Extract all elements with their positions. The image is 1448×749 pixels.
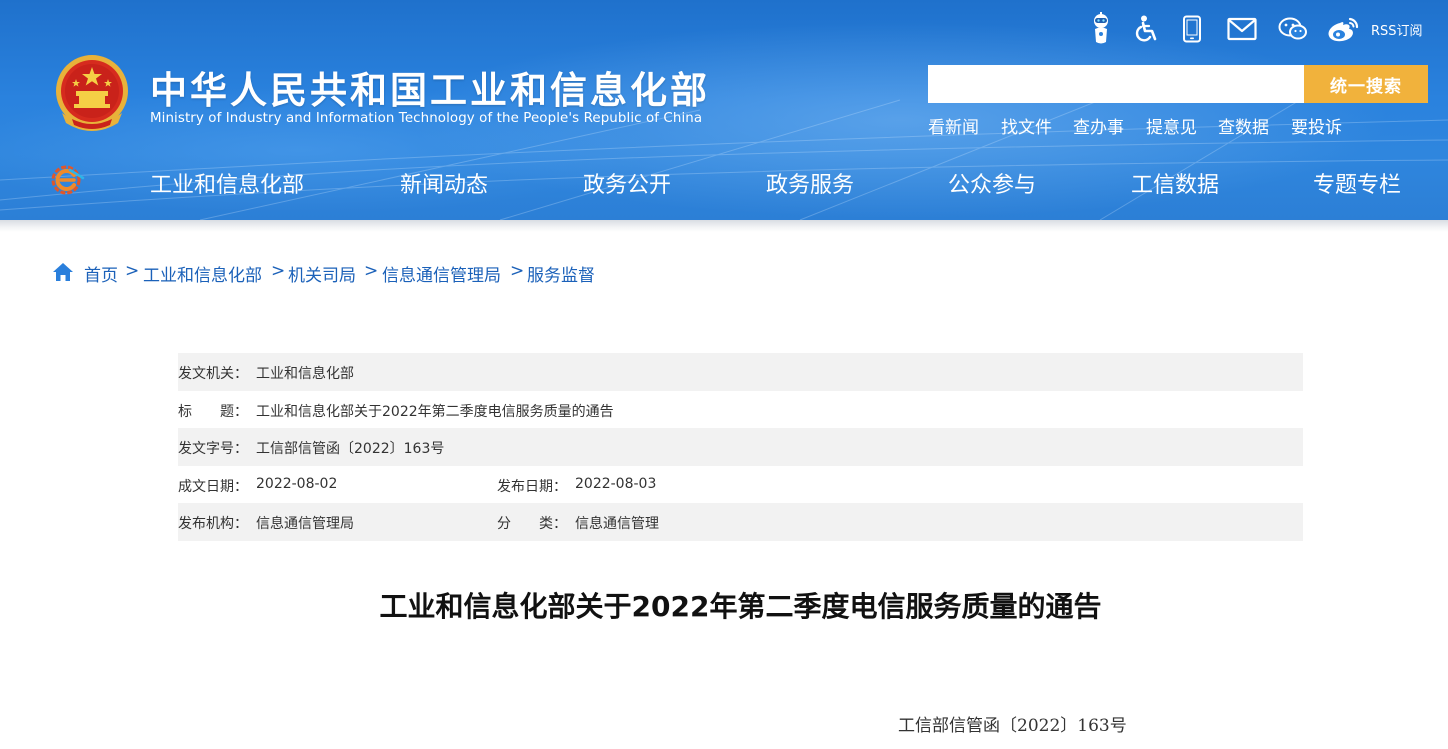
meta-category-value: 信息通信管理 (575, 516, 659, 532)
meta-published-value: 2022-08-03 (575, 475, 657, 492)
breadcrumb-telecom-bureau[interactable]: 信息通信管理局 (382, 261, 501, 286)
rss-subscribe-link[interactable]: RSS订阅 (1371, 20, 1423, 39)
quick-link-files[interactable]: 找文件 (1001, 113, 1052, 138)
breadcrumb-departments[interactable]: 机关司局 (288, 261, 356, 286)
article-doc-number: 工信部信管函〔2022〕163号 (898, 716, 1127, 736)
meta-row-doc-number: 发文字号： 工信部信管函〔2022〕163号 (178, 428, 1303, 466)
meta-row-org: 发布机构： 信息通信管理局 分 类： 信息通信管理 (178, 503, 1303, 541)
accessibility-icon[interactable] (1133, 12, 1161, 46)
breadcrumb-separator: > (510, 261, 525, 281)
nav-item-gov-affairs[interactable]: 政务公开 (583, 167, 671, 199)
meta-issuer-label: 发文机关： (178, 366, 248, 382)
header-shadow-divider (0, 220, 1448, 232)
quick-link-feedback[interactable]: 提意见 (1146, 113, 1197, 138)
nav-item-news[interactable]: 新闻动态 (400, 167, 488, 199)
breadcrumb-separator: > (271, 261, 286, 281)
document-meta-table: 发文机关： 工业和信息化部 标 题： 工业和信息化部关于2022年第二季度电信服… (178, 353, 1303, 541)
mobile-icon[interactable] (1181, 12, 1203, 46)
nav-item-data[interactable]: 工信数据 (1131, 167, 1219, 199)
meta-org-label: 发布机构： (178, 516, 248, 532)
meta-org-value: 信息通信管理局 (256, 516, 354, 532)
meta-published-label: 发布日期： (497, 478, 567, 495)
quick-link-news[interactable]: 看新闻 (928, 113, 979, 138)
meta-row-dates: 成文日期： 2022-08-02 发布日期： 2022-08-03 (178, 466, 1303, 504)
meta-row-issuer: 发文机关： 工业和信息化部 (178, 353, 1303, 391)
site-header: 中华人民共和国工业和信息化部 Ministry of Industry and … (0, 0, 1448, 220)
article-title: 工业和信息化部关于2022年第二季度电信服务质量的通告 (379, 590, 1102, 623)
meta-doc-number-value: 工信部信管函〔2022〕163号 (256, 441, 445, 457)
breadcrumb-separator: > (125, 261, 140, 281)
quick-link-data[interactable]: 查数据 (1218, 113, 1269, 138)
meta-doc-number-label: 发文字号： (178, 441, 248, 457)
search-input[interactable] (928, 65, 1304, 103)
national-emblem-logo[interactable] (52, 53, 132, 135)
nav-item-ministry[interactable]: 工业和信息化部 (150, 167, 304, 199)
breadcrumb-service-supervision[interactable]: 服务监督 (527, 261, 595, 286)
meta-category-label: 分 类： (497, 516, 567, 532)
quick-link-services[interactable]: 查办事 (1073, 113, 1124, 138)
site-subtitle: Ministry of Industry and Information Tec… (150, 111, 703, 126)
quick-link-complaint[interactable]: 要投诉 (1291, 113, 1342, 138)
mail-icon[interactable] (1226, 12, 1258, 46)
nav-item-public-participation[interactable]: 公众参与 (948, 167, 1036, 199)
breadcrumb-ministry[interactable]: 工业和信息化部 (143, 261, 262, 286)
breadcrumb-home[interactable]: 首页 (84, 261, 118, 286)
nav-item-topics[interactable]: 专题专栏 (1313, 167, 1401, 199)
search-button[interactable]: 统一搜索 (1304, 65, 1428, 103)
breadcrumb-separator: > (364, 261, 379, 281)
wechat-icon[interactable] (1278, 12, 1308, 46)
nav-item-services[interactable]: 政务服务 (766, 167, 854, 199)
robot-assistant-icon[interactable] (1088, 12, 1114, 46)
home-icon[interactable] (52, 262, 74, 282)
meta-row-title: 标 题： 工业和信息化部关于2022年第二季度电信服务质量的通告 (178, 391, 1303, 429)
miit-logo-icon[interactable] (50, 164, 86, 196)
meta-created-label: 成文日期： (178, 478, 248, 495)
meta-title-label: 标 题： (178, 403, 248, 420)
meta-issuer-value: 工业和信息化部 (256, 366, 354, 382)
weibo-icon[interactable] (1326, 12, 1360, 46)
meta-title-value: 工业和信息化部关于2022年第二季度电信服务质量的通告 (256, 403, 614, 420)
meta-created-value: 2022-08-02 (256, 475, 338, 492)
site-title[interactable]: 中华人民共和国工业和信息化部 (150, 60, 710, 114)
